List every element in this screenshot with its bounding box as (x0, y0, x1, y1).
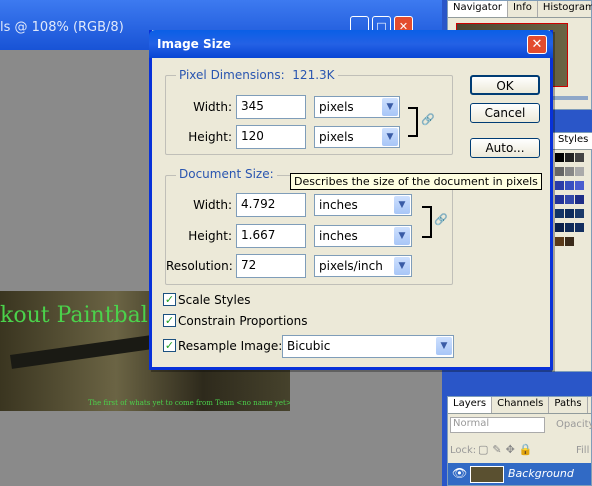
layers-panel: Layers Channels Paths Normal Opacity Loc… (447, 396, 592, 486)
banner-subtitle: The first of whats yet to come from Team… (88, 399, 290, 407)
resample-image-label[interactable]: Resample Image: (178, 339, 282, 353)
chevron-down-icon[interactable]: ▼ (382, 98, 398, 116)
tab-paths[interactable]: Paths (549, 397, 588, 413)
resolution-label: Resolution: (166, 259, 233, 273)
constrain-proportions-checkbox[interactable]: ✓ (163, 314, 176, 327)
resolution-unit-select[interactable]: pixels/inch ▼ (314, 255, 412, 277)
lock-label: Lock: (450, 445, 477, 456)
chevron-down-icon[interactable]: ▼ (394, 196, 410, 214)
dialog-close-button[interactable]: ✕ (527, 35, 547, 54)
opacity-label: Opacity (556, 419, 592, 430)
layer-name: Background (508, 467, 574, 480)
blend-mode-select[interactable]: Normal (450, 417, 545, 433)
styles-swatches (553, 150, 591, 252)
tab-styles[interactable]: Styles (553, 133, 592, 149)
doc-width-label: Width: (193, 198, 232, 212)
pixel-width-unit-select[interactable]: pixels ▼ (314, 96, 400, 118)
eye-icon[interactable]: 👁 (452, 466, 467, 480)
chevron-down-icon[interactable]: ▼ (382, 128, 398, 146)
constrain-proportions-label[interactable]: Constrain Proportions (178, 314, 308, 328)
pixel-dimensions-label: Pixel Dimensions: 121.3K (176, 68, 338, 82)
ok-button[interactable]: OK (470, 75, 540, 95)
scale-styles-checkbox[interactable]: ✓ (163, 293, 176, 306)
tooltip: Describes the size of the document in pi… (290, 173, 542, 190)
pixel-height-unit-select[interactable]: pixels ▼ (314, 126, 400, 148)
chevron-down-icon[interactable]: ▼ (394, 227, 410, 245)
resample-method: Bicubic (287, 339, 331, 353)
doc-height-unit: inches (319, 229, 358, 243)
scale-styles-label[interactable]: Scale Styles (178, 293, 251, 307)
auto-button[interactable]: Auto... (470, 138, 540, 158)
pixel-height-label: Height: (188, 130, 232, 144)
pixel-width-input[interactable]: 345 (236, 95, 306, 119)
resample-method-select[interactable]: Bicubic ▼ (282, 335, 454, 358)
lock-icons[interactable]: ▢✎✥🔒 (478, 443, 537, 456)
navigator-tabs: Navigator Info Histogram (448, 1, 592, 18)
pixel-width-unit: pixels (319, 100, 354, 114)
resolution-input[interactable]: 72 (236, 254, 306, 278)
document-title: ls @ 108% (RGB/8) (0, 20, 124, 35)
layer-row-background[interactable]: 👁 Background (448, 463, 591, 485)
tab-navigator[interactable]: Navigator (448, 1, 508, 17)
doc-height-unit-select[interactable]: inches ▼ (314, 225, 412, 247)
cancel-button[interactable]: Cancel (470, 103, 540, 123)
chain-link-icon: 🔗 (421, 113, 435, 126)
pixel-link-bracket (408, 107, 418, 137)
doc-height-input[interactable]: 1.667 (236, 224, 306, 248)
doc-height-label: Height: (188, 229, 232, 243)
tab-info[interactable]: Info (508, 1, 538, 17)
chevron-down-icon[interactable]: ▼ (394, 257, 410, 275)
pixel-height-input[interactable]: 120 (236, 125, 306, 149)
fill-label: Fill (576, 445, 590, 456)
zoom-slider[interactable] (548, 96, 588, 100)
banner-title: kout Paintbal (0, 303, 148, 328)
document-link-bracket (422, 206, 432, 238)
doc-width-input[interactable]: 4.792 (236, 193, 306, 217)
styles-panel: Styles (552, 132, 592, 372)
document-size-label: Document Size: (176, 167, 277, 181)
tab-layers[interactable]: Layers (448, 397, 493, 413)
pixel-dimensions-size: 121.3K (292, 68, 335, 82)
dialog-title: Image Size (157, 37, 231, 51)
pixel-height-unit: pixels (319, 130, 354, 144)
tab-channels[interactable]: Channels (492, 397, 550, 413)
resolution-unit: pixels/inch (319, 259, 383, 273)
resample-image-checkbox[interactable]: ✓ (163, 339, 176, 352)
doc-width-unit-select[interactable]: inches ▼ (314, 194, 412, 216)
dialog-titlebar[interactable]: Image Size ✕ (149, 30, 553, 58)
pixel-width-label: Width: (193, 100, 232, 114)
tab-histogram[interactable]: Histogram (538, 1, 592, 17)
chain-link-icon: 🔗 (434, 213, 448, 226)
styles-tabs: Styles (553, 133, 592, 150)
layer-thumbnail (470, 466, 504, 483)
pixel-dimensions-title: Pixel Dimensions: (179, 68, 285, 82)
doc-width-unit: inches (319, 198, 358, 212)
layers-tabs: Layers Channels Paths (448, 397, 591, 414)
chevron-down-icon[interactable]: ▼ (436, 337, 452, 355)
